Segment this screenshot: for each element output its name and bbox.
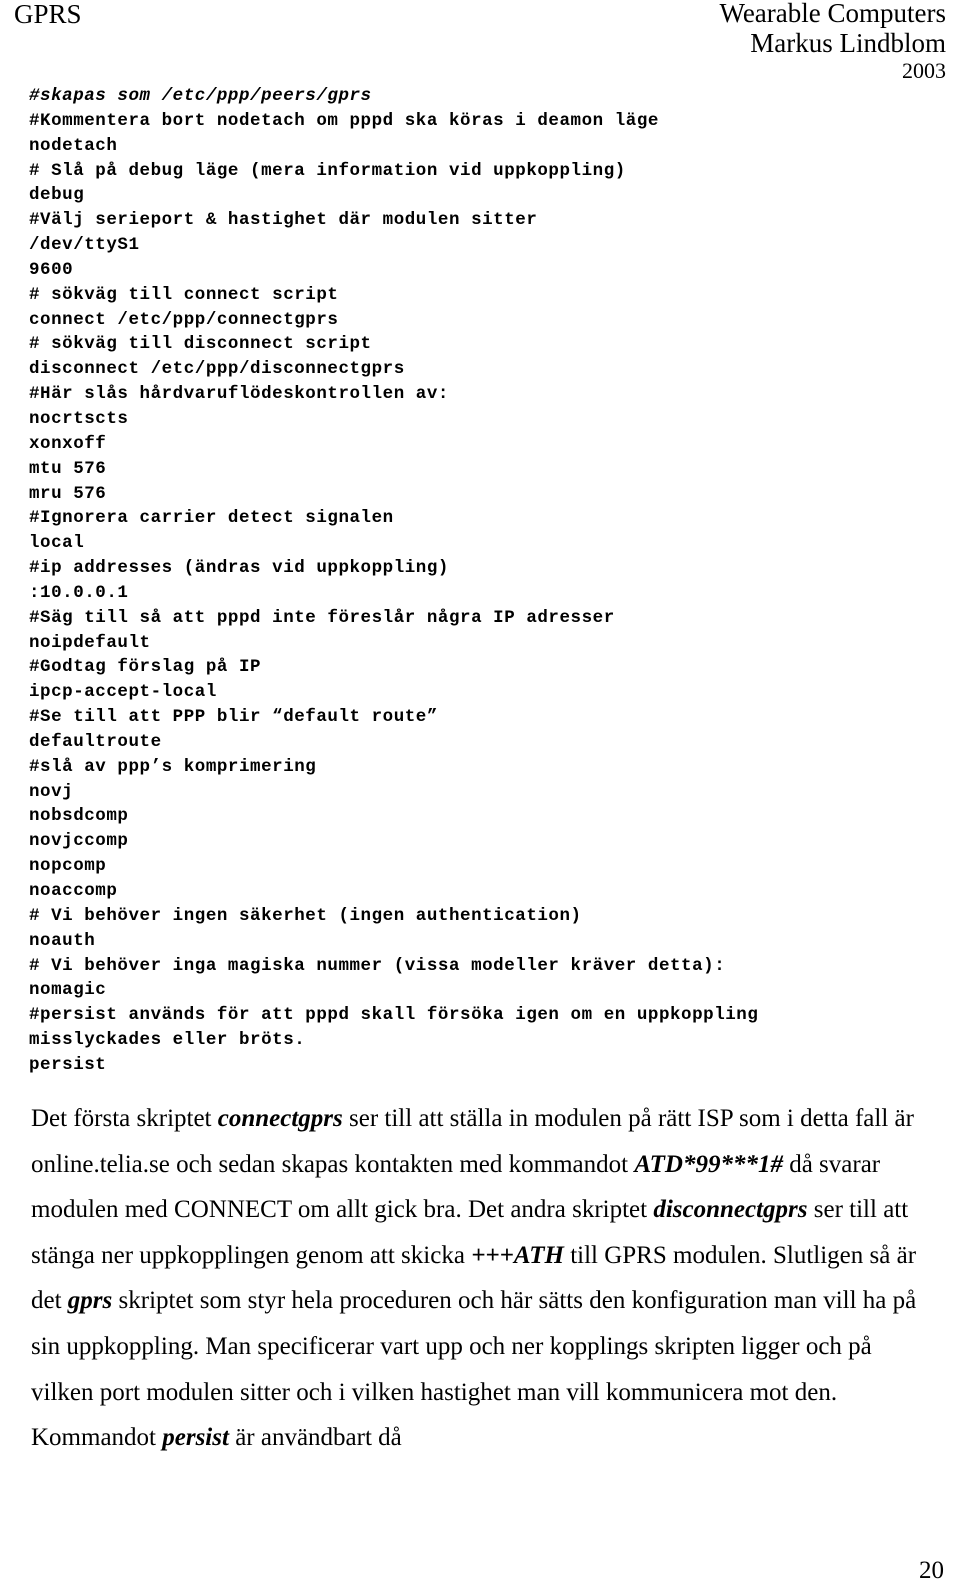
code-line: nobsdcomp	[29, 806, 129, 827]
emphasized-term: disconnectgprs	[653, 1196, 808, 1224]
body-text-run: Det första skriptet	[31, 1105, 218, 1132]
code-line: xonxoff	[29, 433, 107, 454]
code-line: #ip addresses (ändras vid uppkoppling)	[29, 558, 449, 579]
code-line: noaccomp	[29, 881, 118, 901]
code-line: nopcomp	[29, 856, 107, 877]
header-author: Markus Lindblom	[750, 28, 946, 58]
code-line: #Godtag förslag på IP	[29, 657, 262, 678]
code-line: noipdefault	[29, 632, 151, 653]
code-line: novjccomp	[29, 831, 129, 852]
code-line: mtu 576	[29, 458, 107, 479]
document-page: GPRS Wearable Computers Markus Lindblom …	[0, 0, 960, 1591]
code-line: #Här slås hårdvaruflödeskontrollen av:	[29, 384, 449, 405]
body-text-run: är användbart då	[228, 1424, 402, 1452]
code-line: 9600	[29, 259, 74, 280]
code-line: #Se till att PPP blir “default route”	[29, 707, 438, 728]
code-line: /dev/ttyS1	[29, 235, 140, 256]
code-line: #Välj serieport & hastighet där modulen …	[29, 210, 538, 231]
code-line: # Vi behöver inga magiska nummer (vissa …	[29, 955, 726, 976]
code-line: misslyckades eller bröts.	[29, 1030, 306, 1051]
header-year: 2003	[902, 58, 946, 83]
code-line: local	[29, 533, 85, 554]
code-line: :10.0.0.1	[29, 582, 129, 603]
code-line: # sökväg till disconnect script	[29, 334, 372, 355]
header-right-block: Wearable Computers Markus Lindblom 2003	[720, 0, 947, 84]
body-paragraph: Det första skriptet connectgprs ser till…	[31, 1096, 919, 1461]
code-line: noauth	[29, 930, 96, 951]
code-line: #Säg till så att pppd inte föreslår någr…	[29, 607, 615, 628]
code-line: # sökväg till connect script	[29, 284, 339, 305]
emphasized-term: persist	[162, 1424, 229, 1452]
code-line: #Ignorera carrier detect signalen	[29, 508, 394, 529]
code-line: defaultroute	[29, 731, 162, 752]
code-line: #Kommentera bort nodetach om pppd ska kö…	[29, 110, 659, 131]
emphasized-term: +++ATH	[471, 1241, 564, 1269]
code-listing: #skapas som /etc/ppp/peers/gprs #Kommente…	[29, 84, 939, 1078]
code-line: connect /etc/ppp/connectgprs	[29, 309, 339, 330]
page-number: 20	[919, 1557, 944, 1584]
emphasized-term: gprs	[67, 1287, 113, 1315]
code-line: debug	[29, 185, 85, 206]
emphasized-term: ATD*99***1#	[634, 1150, 783, 1178]
header-left-title: GPRS	[14, 0, 82, 29]
page-header: GPRS Wearable Computers Markus Lindblom …	[0, 0, 960, 83]
code-line: # Slå på debug läge (mera information vi…	[29, 160, 626, 181]
code-line: nomagic	[29, 980, 107, 1001]
code-line: disconnect /etc/ppp/disconnectgprs	[29, 359, 405, 380]
header-course-title: Wearable Computers	[719, 0, 947, 28]
code-line: mru 576	[29, 483, 107, 504]
emphasized-term: connectgprs	[217, 1105, 343, 1132]
code-line: ipcp-accept-local	[29, 682, 217, 703]
code-line: #slå av ppp’s komprimering	[29, 756, 317, 777]
code-line: #skapas som /etc/ppp/peers/gprs	[29, 86, 372, 106]
code-line: # Vi behöver ingen säkerhet (ingen authe…	[29, 905, 582, 926]
code-line: persist	[29, 1054, 107, 1075]
code-line: novj	[29, 781, 74, 802]
code-line: #persist används för att pppd skall förs…	[29, 1005, 759, 1026]
code-line: nodetach	[29, 135, 118, 156]
code-line: nocrtscts	[29, 408, 129, 429]
